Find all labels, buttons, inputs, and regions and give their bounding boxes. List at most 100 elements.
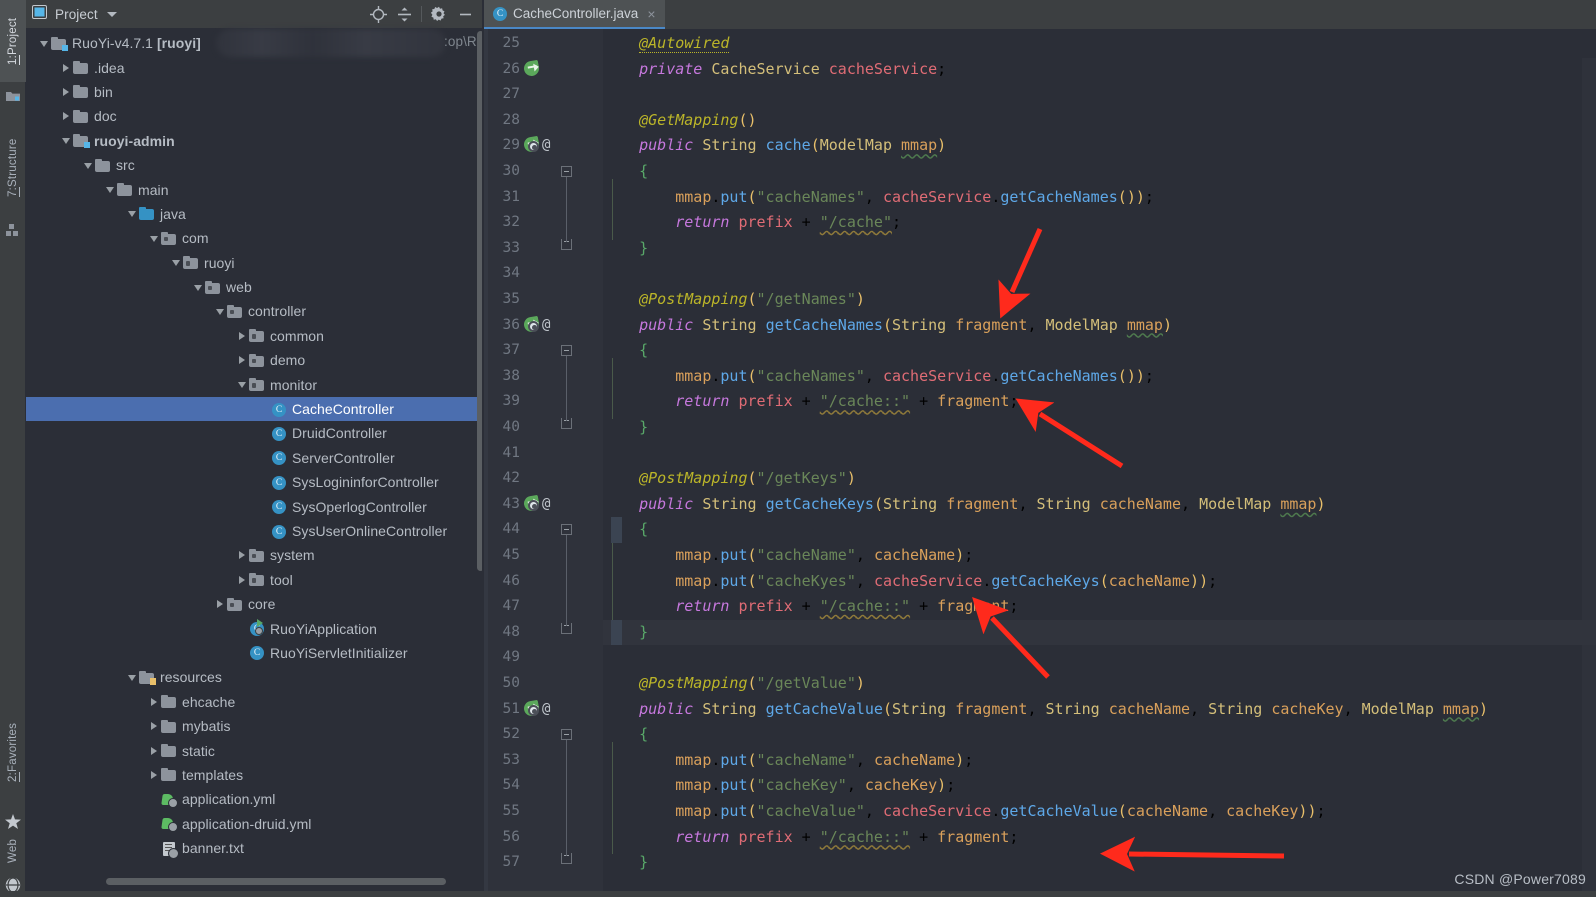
tree-item-doc[interactable]: doc [26,104,484,128]
chevron-open-icon[interactable] [104,183,117,196]
code-line[interactable]: public String getCacheKeys(String fragme… [484,492,1596,518]
tree-item-sysuseronlinecontroller[interactable]: C SysUserOnlineController [26,519,484,543]
chevron-open-icon[interactable] [170,256,183,269]
chevron-down-icon[interactable] [106,11,117,17]
tree-item-static[interactable]: static [26,738,484,762]
tool-tab-structure[interactable]: 7:Structure [0,120,26,216]
tree-item-resources[interactable]: resources [26,665,484,689]
tree-item-sysoperlogcontroller[interactable]: C SysOperlogController [26,494,484,518]
tree-item-tool[interactable]: tool [26,568,484,592]
chevron-open-icon[interactable] [126,207,139,220]
code-line[interactable]: public String cache(ModelMap mmap) [484,133,1596,159]
tree-item-java[interactable]: java [26,202,484,226]
tree-item-application-druid-yml[interactable]: application-druid.yml [26,812,484,836]
chevron-closed-icon[interactable] [148,768,161,781]
chevron-closed-icon[interactable] [60,85,73,98]
code-line[interactable]: mmap.put("cacheKey", cacheKey); [484,773,1596,799]
collapse-all-icon[interactable] [391,1,417,27]
tool-tab-favorites[interactable]: 2:Favorites [0,703,26,801]
tool-tab-project[interactable]: 1:Project [0,0,26,82]
chevron-closed-icon[interactable] [236,354,249,367]
chevron-open-icon[interactable] [236,378,249,391]
code-line[interactable]: @PostMapping("/getNames") [484,287,1596,313]
code-line[interactable]: @Autowired [484,31,1596,57]
tree-item-main[interactable]: main [26,177,484,201]
code-line[interactable]: mmap.put("cacheValue", cacheService.getC… [484,799,1596,825]
chevron-open-icon[interactable] [126,671,139,684]
tree-item-banner-txt[interactable]: banner.txt [26,836,484,860]
code-line[interactable]: } [484,620,1596,646]
code-line[interactable]: mmap.put("cacheName", cacheName); [484,748,1596,774]
close-icon[interactable]: × [647,7,655,21]
code-editor[interactable]: 25 @Autowired 26 private CacheService cac… [484,29,1596,897]
tree-item-src[interactable]: src [26,153,484,177]
tree-item-web[interactable]: web [26,275,484,299]
tree-item-mybatis[interactable]: mybatis [26,714,484,738]
locate-icon[interactable] [365,1,391,27]
tree-item-servercontroller[interactable]: C ServerController [26,446,484,470]
gear-icon[interactable] [426,1,452,27]
code-line[interactable]: @PostMapping("/getKeys") [484,466,1596,492]
code-line[interactable]: mmap.put("cacheNames", cacheService.getC… [484,185,1596,211]
code-line[interactable]: } [484,415,1596,441]
code-line[interactable]: return prefix + "/cache::" + fragment; [484,389,1596,415]
chevron-open-icon[interactable] [60,134,73,147]
tree-item-druidcontroller[interactable]: C DruidController [26,421,484,445]
code-line[interactable]: @PostMapping("/getValue") [484,671,1596,697]
code-line[interactable]: @GetMapping() [484,108,1596,134]
chevron-closed-icon[interactable] [214,598,227,611]
chevron-open-icon[interactable] [214,305,227,318]
chevron-open-icon[interactable] [148,232,161,245]
tree-item-ruoyiapplication[interactable]: CRuoYiApplication [26,616,484,640]
tree-item-templates[interactable]: templates [26,763,484,787]
code-line[interactable]: } [484,850,1596,876]
project-tree-horizontal-scrollbar[interactable] [106,878,446,885]
minimize-icon[interactable] [452,1,478,27]
code-line[interactable] [484,82,1596,108]
tree-item-common[interactable]: common [26,324,484,348]
code-line[interactable] [484,261,1596,287]
chevron-closed-icon[interactable] [148,744,161,757]
code-line[interactable]: return prefix + "/cache::" + fragment; [484,594,1596,620]
tree-item-ruoyi-admin[interactable]: ruoyi-admin [26,129,484,153]
code-line[interactable] [484,441,1596,467]
code-line[interactable]: { [484,517,1596,543]
chevron-open-icon[interactable] [192,281,205,294]
tree-item-demo[interactable]: demo [26,348,484,372]
tree-item-ruoyiservletinitializer[interactable]: C RuoYiServletInitializer [26,641,484,665]
chevron-open-icon[interactable] [82,159,95,172]
code-line[interactable]: { [484,338,1596,364]
chevron-closed-icon[interactable] [148,695,161,708]
code-line[interactable]: return prefix + "/cache::" + fragment; [484,825,1596,851]
chevron-closed-icon[interactable] [236,573,249,586]
tree-item-monitor[interactable]: monitor [26,372,484,396]
tool-tab-web[interactable]: Web [0,829,26,873]
tree-item-core[interactable]: core [26,592,484,616]
tree-item-system[interactable]: system [26,543,484,567]
code-line[interactable]: { [484,722,1596,748]
code-line[interactable]: public String getCacheValue(String fragm… [484,697,1596,723]
code-line[interactable]: return prefix + "/cache"; [484,210,1596,236]
code-line[interactable]: private CacheService cacheService; [484,57,1596,83]
code-line[interactable]: } [484,236,1596,262]
tree-item-controller[interactable]: controller [26,299,484,323]
tree-item-cachecontroller[interactable]: C CacheController [26,396,484,422]
code-line[interactable]: public String getCacheNames(String fragm… [484,313,1596,339]
code-line[interactable]: mmap.put("cacheName", cacheName); [484,543,1596,569]
chevron-closed-icon[interactable] [236,549,249,562]
chevron-closed-icon[interactable] [148,720,161,733]
chevron-closed-icon[interactable] [60,61,73,74]
tree-item--idea[interactable]: .idea [26,55,484,79]
chevron-closed-icon[interactable] [236,329,249,342]
tree-item-ehcache[interactable]: ehcache [26,690,484,714]
editor-tab-cachecontroller[interactable]: C CacheController.java × [484,0,665,29]
chevron-open-icon[interactable] [38,37,51,50]
code-line[interactable]: mmap.put("cacheNames", cacheService.getC… [484,364,1596,390]
tree-item-com[interactable]: com [26,226,484,250]
code-line[interactable]: { [484,159,1596,185]
tree-item-ruoyi[interactable]: ruoyi [26,251,484,275]
tree-item-application-yml[interactable]: application.yml [26,787,484,811]
code-line[interactable] [484,645,1596,671]
chevron-closed-icon[interactable] [60,110,73,123]
code-line[interactable]: mmap.put("cacheKyes", cacheService.getCa… [484,569,1596,595]
